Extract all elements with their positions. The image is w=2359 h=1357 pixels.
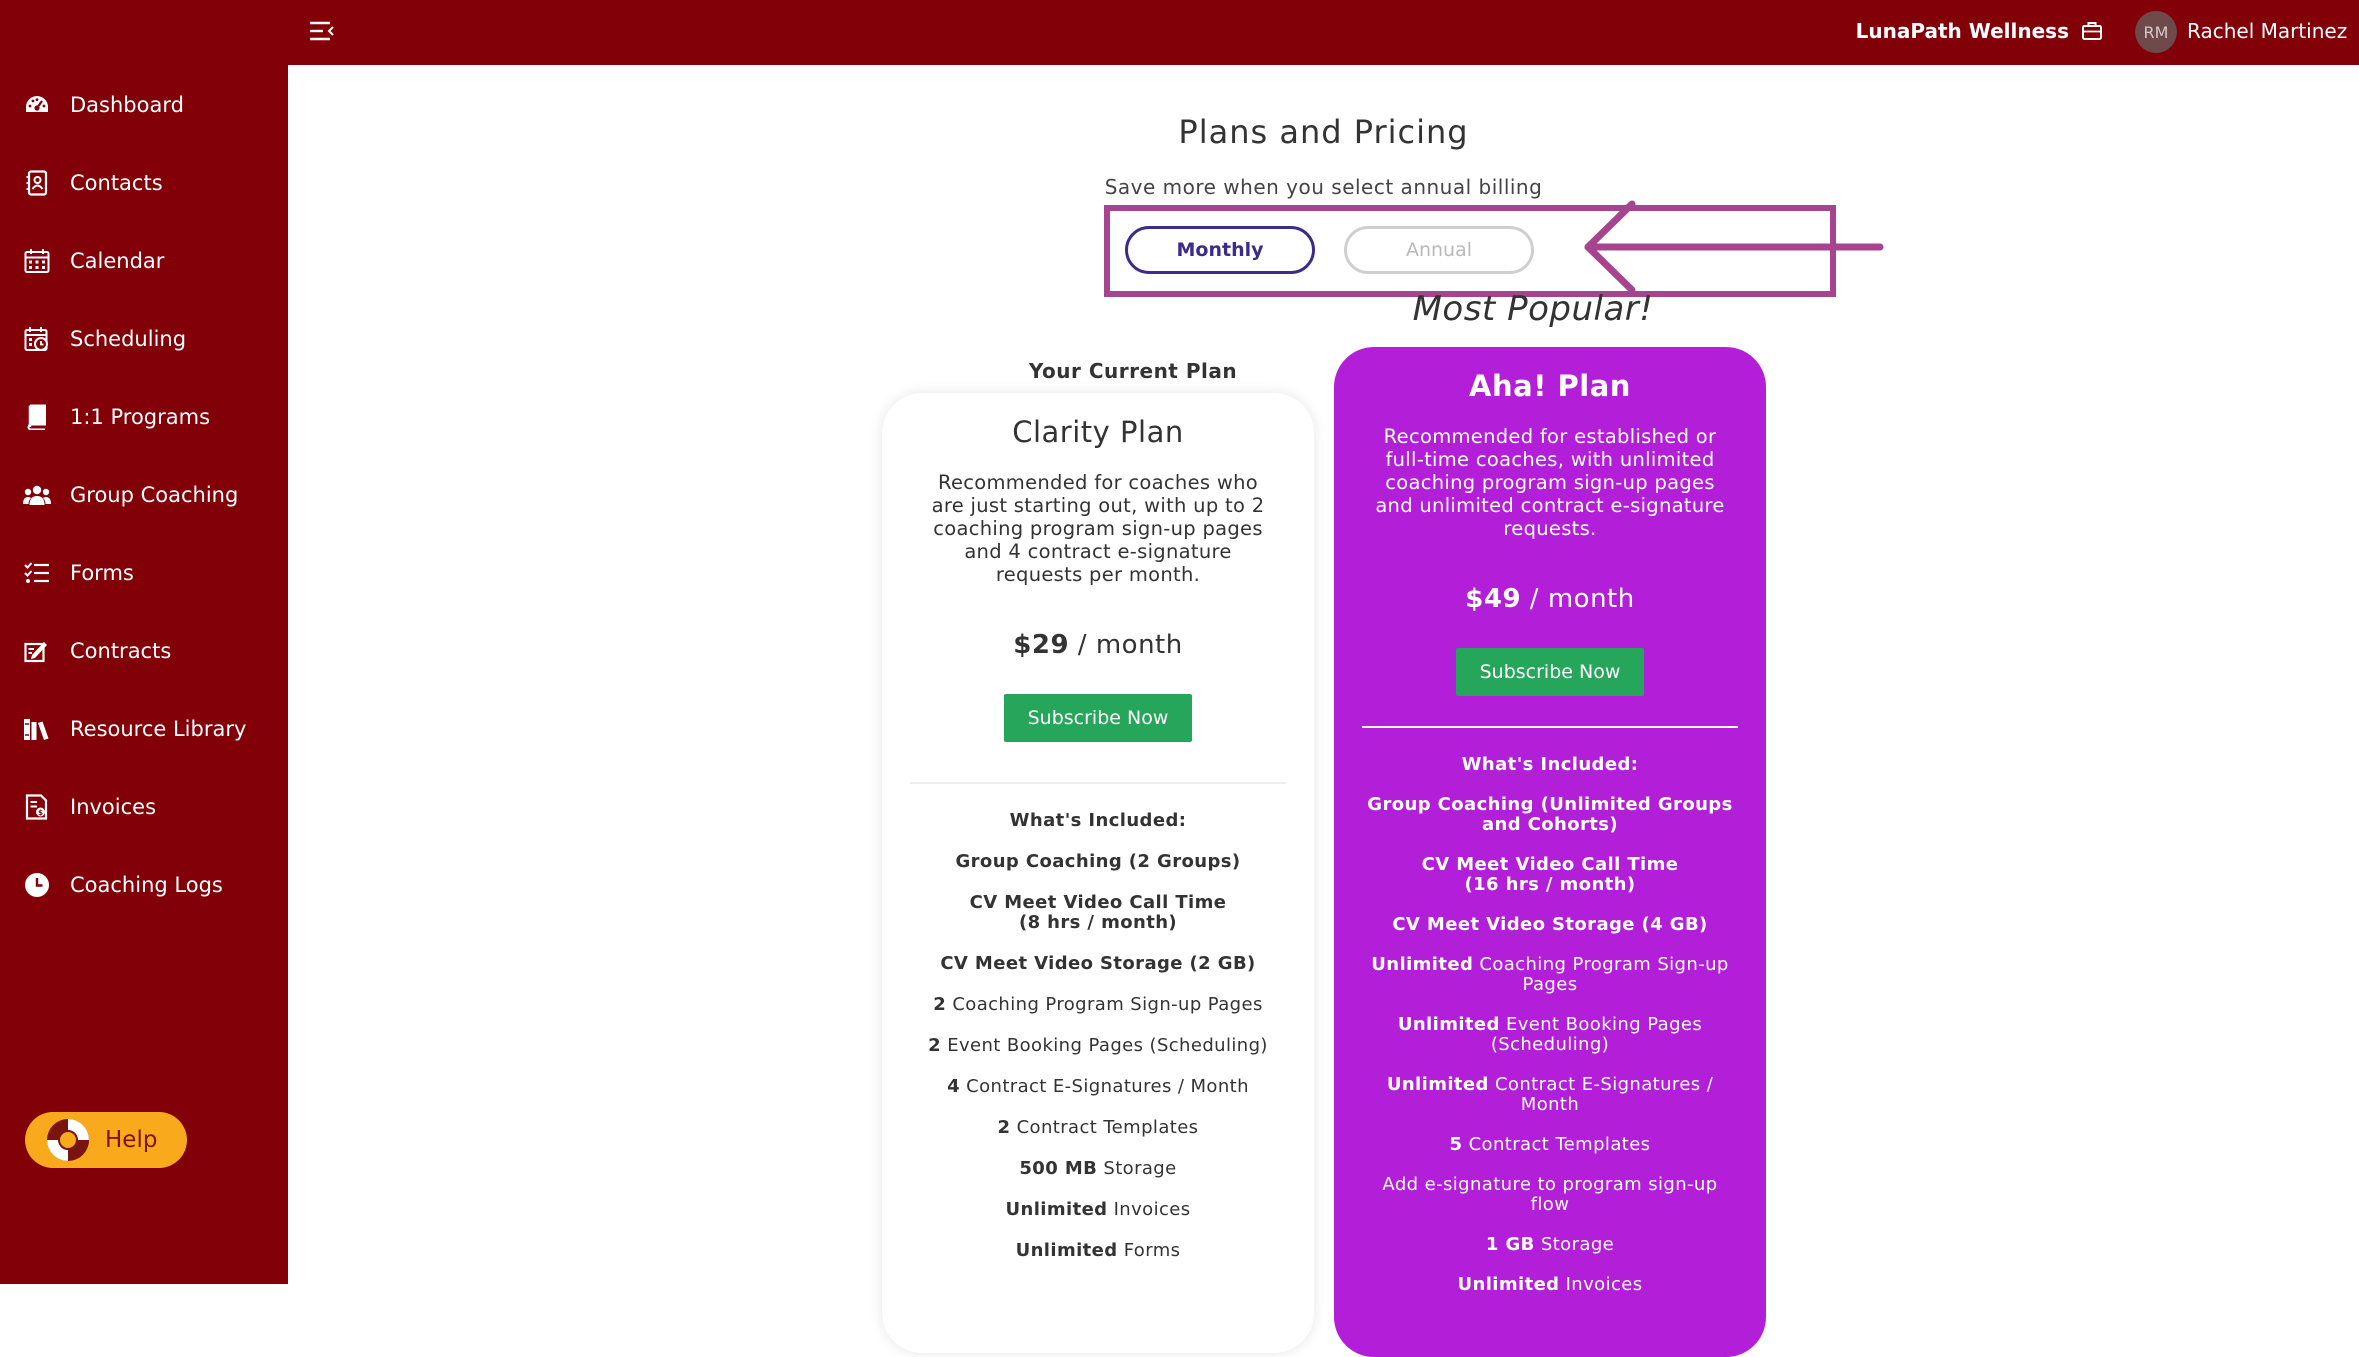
feature-item: Unlimited Invoices [1457, 1274, 1643, 1295]
pointer-arrow-icon [1584, 200, 1884, 294]
sidebar-item-label: Invoices [70, 795, 157, 819]
scheduling-calendar-clock-icon [22, 324, 52, 354]
feature-item: Unlimited Forms [1015, 1240, 1181, 1261]
sidebar-item-label: Contracts [70, 639, 172, 663]
feature-item: 5 Contract Templates [1449, 1134, 1651, 1155]
price-period: / month [1069, 630, 1183, 660]
feature-item: Add e-signature to program sign-up flow [1382, 1174, 1718, 1215]
sidebar-item-label: Dashboard [70, 93, 184, 117]
sidebar-item-group-coaching[interactable]: Group Coaching [0, 456, 288, 534]
sidebar-item-forms[interactable]: Forms [0, 534, 288, 612]
feature-item: Unlimited Contract E-Signatures / Month [1386, 1074, 1714, 1115]
sidebar-item-dashboard[interactable]: Dashboard [0, 66, 288, 144]
group-users-icon [22, 480, 52, 510]
sidebar-item-label: Contacts [70, 171, 163, 195]
sidebar-item-contacts[interactable]: Contacts [0, 144, 288, 222]
most-popular-label: Most Popular! [1412, 289, 1654, 329]
price-amount: $49 [1465, 584, 1522, 614]
feature-item: 2 Coaching Program Sign-up Pages [933, 994, 1263, 1015]
plan-price: $49 / month [1334, 584, 1766, 614]
sidebar-item-label: Coaching Logs [70, 873, 223, 897]
top-bar: LunaPath Wellness RM Rachel Martinez [288, 0, 2359, 65]
briefcase-icon [2081, 20, 2103, 42]
subscribe-now-button[interactable]: Subscribe Now [1004, 694, 1192, 742]
sidebar-item-label: Scheduling [70, 327, 187, 351]
menu-toggle-icon[interactable] [308, 18, 336, 44]
feature-item: Unlimited Event Booking Pages (Schedulin… [1397, 1014, 1703, 1055]
avatar[interactable]: RM [2135, 11, 2177, 53]
sidebar-item-invoices[interactable]: $ Invoices [0, 768, 288, 846]
monthly-billing-button[interactable]: Monthly [1125, 226, 1315, 274]
calendar-icon [22, 246, 52, 276]
annual-billing-button[interactable]: Annual [1344, 226, 1534, 274]
feature-item: 500 MB Storage [1019, 1158, 1177, 1179]
clock-icon [22, 870, 52, 900]
main-content: Plans and Pricing Save more when you sel… [288, 65, 2359, 1357]
plan-card-aha: Aha! Plan Recommended for established or… [1334, 347, 1766, 1357]
current-plan-label: Your Current Plan [1028, 359, 1238, 383]
sidebar-item-contracts[interactable]: Contracts [0, 612, 288, 690]
sidebar-item-label: Resource Library [70, 717, 247, 741]
feature-item: Group Coaching (Unlimited Groups and Coh… [1367, 794, 1733, 835]
feature-item: CV Meet Video Storage (4 GB) [1392, 914, 1708, 935]
library-books-icon [22, 714, 52, 744]
feature-item: CV Meet Video Call Time (16 hrs / month) [1421, 854, 1679, 895]
feature-item: CV Meet Video Storage (2 GB) [940, 953, 1256, 974]
life-ring-icon [45, 1117, 91, 1163]
page-title: Plans and Pricing [1178, 113, 1469, 151]
feature-item: Unlimited Invoices [1005, 1199, 1191, 1220]
plan-price: $29 / month [882, 630, 1314, 660]
sidebar: Dashboard Contacts Calendar Scheduling 1… [0, 0, 288, 1284]
sidebar-item-label: 1:1 Programs [70, 405, 211, 429]
feature-item: CV Meet Video Call Time (8 hrs / month) [969, 892, 1227, 933]
business-switcher[interactable]: LunaPath Wellness [1856, 16, 2103, 46]
contract-pen-icon [22, 636, 52, 666]
included-title: What's Included: [1009, 810, 1187, 831]
plan-description: Recommended for established or full-time… [1375, 425, 1725, 540]
plan-description: Recommended for coaches who are just sta… [931, 471, 1265, 586]
help-label: Help [105, 1127, 158, 1153]
feature-item: Unlimited Coaching Program Sign-up Pages [1371, 954, 1729, 995]
sidebar-item-label: Group Coaching [70, 483, 239, 507]
sidebar-item-calendar[interactable]: Calendar [0, 222, 288, 300]
included-title: What's Included: [1461, 754, 1639, 775]
divider [1362, 726, 1738, 728]
price-amount: $29 [1013, 630, 1070, 660]
plan-card-clarity: Clarity Plan Recommended for coaches who… [882, 393, 1314, 1353]
checklist-icon [22, 558, 52, 588]
sidebar-item-label: Calendar [70, 249, 165, 273]
sidebar-item-label: Forms [70, 561, 134, 585]
page-subtitle: Save more when you select annual billing [1104, 175, 1543, 199]
invoice-icon: $ [22, 792, 52, 822]
price-period: / month [1521, 584, 1635, 614]
contacts-book-icon [22, 168, 52, 198]
sidebar-item-coaching-logs[interactable]: Coaching Logs [0, 846, 288, 924]
feature-item: 4 Contract E-Signatures / Month [947, 1076, 1249, 1097]
feature-item: Group Coaching (2 Groups) [955, 851, 1241, 872]
feature-item: 2 Contract Templates [997, 1117, 1199, 1138]
user-name[interactable]: Rachel Martinez [2187, 16, 2359, 46]
subscribe-now-button[interactable]: Subscribe Now [1456, 648, 1644, 696]
feature-item: 2 Event Booking Pages (Scheduling) [928, 1035, 1268, 1056]
dashboard-gauge-icon [22, 90, 52, 120]
sidebar-item-resource-library[interactable]: Resource Library [0, 690, 288, 768]
book-icon [22, 402, 52, 432]
plan-name: Clarity Plan [1012, 415, 1184, 449]
feature-item: 1 GB Storage [1485, 1234, 1615, 1255]
help-button[interactable]: Help [25, 1112, 187, 1168]
svg-text:$: $ [38, 809, 43, 817]
plan-name: Aha! Plan [1469, 369, 1631, 403]
sidebar-item-programs[interactable]: 1:1 Programs [0, 378, 288, 456]
divider [910, 782, 1286, 784]
brand-name: LunaPath Wellness [1855, 19, 2069, 43]
sidebar-nav: Dashboard Contacts Calendar Scheduling 1… [0, 66, 288, 924]
sidebar-item-scheduling[interactable]: Scheduling [0, 300, 288, 378]
